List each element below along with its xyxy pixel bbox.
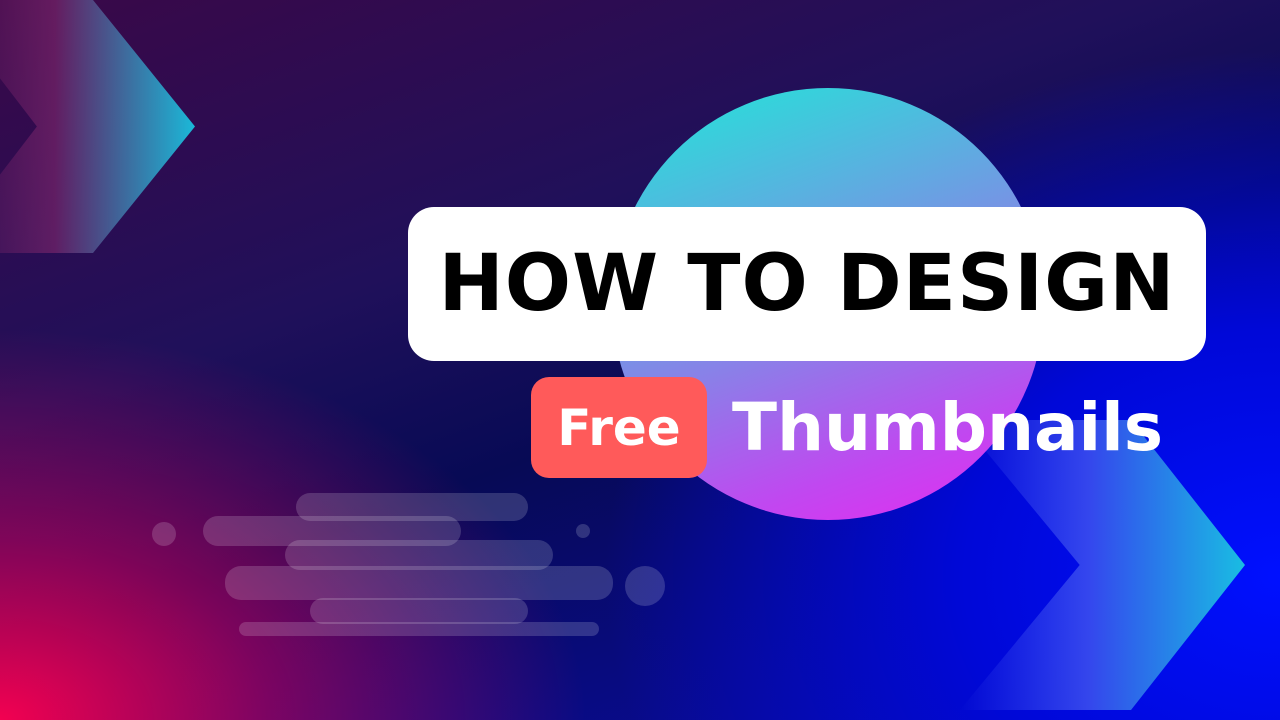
streak bbox=[225, 566, 613, 600]
dot bbox=[625, 566, 665, 606]
thumbnail-canvas: HOW TO DESIGN Free Thumbnails bbox=[0, 0, 1280, 720]
dot bbox=[576, 524, 590, 538]
badge-label: Free bbox=[557, 398, 681, 457]
free-badge: Free bbox=[531, 377, 707, 478]
subtitle: Thumbnails bbox=[732, 389, 1164, 466]
chevron-right-icon bbox=[0, 0, 195, 253]
streak bbox=[239, 622, 599, 636]
page-title: HOW TO DESIGN bbox=[438, 239, 1176, 329]
dot bbox=[152, 522, 176, 546]
title-box: HOW TO DESIGN bbox=[408, 207, 1206, 361]
streak bbox=[310, 598, 528, 624]
